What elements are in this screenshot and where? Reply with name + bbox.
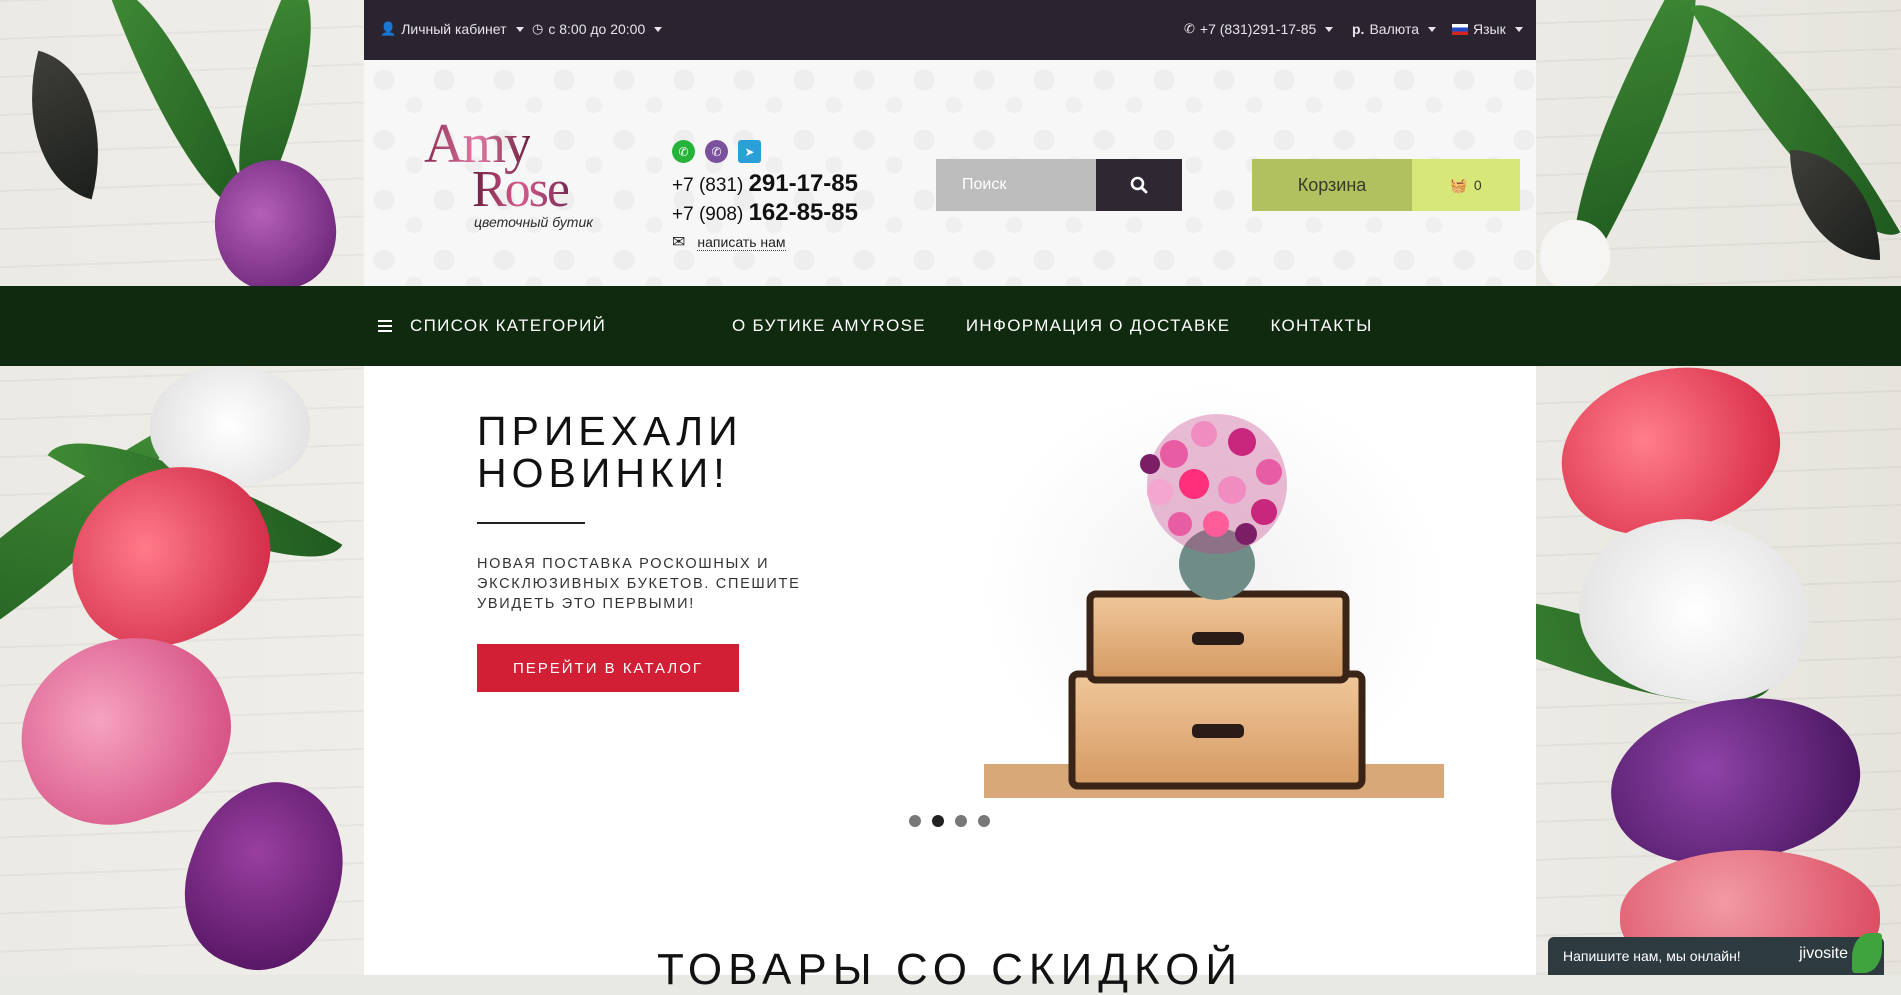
hero-title-line2: НОВИНКИ!: [477, 450, 730, 496]
viber-icon[interactable]: ✆: [705, 140, 728, 163]
search-icon: [1130, 176, 1148, 194]
language-menu[interactable]: Язык: [1452, 21, 1523, 37]
logo[interactable]: Amy Rose цветочный бутик: [424, 112, 614, 230]
cart-label: Корзина: [1252, 159, 1412, 211]
chevron-down-icon: [1514, 26, 1523, 32]
hero-title-line1: ПРИЕХАЛИ: [477, 408, 743, 454]
chevron-down-icon: [654, 26, 663, 32]
nav-link-about[interactable]: О БУТИКЕ AMYROSE: [732, 316, 926, 336]
user-icon: 👤: [380, 21, 397, 36]
slider-dot-1[interactable]: [909, 815, 921, 827]
hours-menu[interactable]: ◷ с 8:00 до 20:00: [532, 21, 663, 37]
chat-brand: jivosite: [1799, 945, 1848, 962]
language-label: Язык: [1473, 21, 1506, 37]
discount-products-title: ТОВАРЫ СО СКИДКОЙ: [657, 945, 1243, 994]
write-us-link[interactable]: ✉ написать нам: [672, 232, 786, 252]
chat-widget[interactable]: Напишите нам, мы онлайн! jivosite: [1548, 933, 1884, 975]
chevron-down-icon: [1427, 26, 1436, 32]
currency-menu[interactable]: р. Валюта: [1352, 21, 1436, 37]
phone-number-2[interactable]: +7 (908) 162-85-85: [672, 199, 858, 228]
phone-prefix: +7 (908): [672, 204, 744, 225]
categories-label: СПИСОК КАТЕГОРИЙ: [410, 316, 607, 335]
phone-main: 162-85-85: [748, 199, 858, 226]
slider-dot-2[interactable]: [932, 815, 944, 827]
phone-menu[interactable]: ✆ +7 (831)291-17-85: [1184, 21, 1334, 37]
envelope-icon: ✉: [672, 234, 686, 251]
hours-label: с 8:00 до 20:00: [548, 21, 646, 37]
page-container: 👤 Личный кабинет ◷ с 8:00 до 20:00 ✆ +7 …: [0, 0, 1901, 994]
cart-button[interactable]: Корзина 🧺 0: [1252, 159, 1520, 211]
chat-label: Напишите нам, мы онлайн!: [1563, 948, 1741, 964]
messenger-links: ✆ ✆ ➤: [672, 140, 761, 163]
hero-title: ПРИЕХАЛИ НОВИНКИ!: [477, 410, 743, 494]
hero-image: [984, 384, 1444, 798]
nav-link-delivery[interactable]: ИНФОРМАЦИЯ О ДОСТАВКЕ: [966, 316, 1231, 336]
telegram-icon[interactable]: ➤: [738, 140, 761, 163]
header-phones: +7 (831) 291-17-85 +7 (908) 162-85-85: [672, 170, 858, 228]
russian-flag-icon: [1452, 23, 1468, 35]
hero-slider: ПРИЕХАЛИ НОВИНКИ! НОВАЯ ПОСТАВКА РОСКОШН…: [364, 366, 1536, 846]
hero-description: НОВАЯ ПОСТАВКА РОСКОШНЫХ И ЭКСКЛЮЗИВНЫХ …: [477, 556, 801, 612]
catalog-button[interactable]: ПЕРЕЙТИ В КАТАЛОГ: [477, 644, 739, 692]
logo-tagline: цветочный бутик: [474, 214, 593, 230]
search-button[interactable]: [1096, 159, 1182, 211]
account-label: Личный кабинет: [401, 21, 507, 37]
chevron-down-icon: [515, 26, 524, 32]
write-us-label: написать нам: [697, 233, 786, 251]
whatsapp-icon[interactable]: ✆: [672, 140, 695, 163]
phone-prefix: +7 (831): [672, 175, 744, 196]
currency-symbol: р.: [1352, 21, 1365, 37]
topbar-phone: +7 (831)291-17-85: [1199, 21, 1317, 37]
phone-number-1[interactable]: +7 (831) 291-17-85: [672, 170, 858, 199]
slider-dots: [909, 815, 990, 827]
nav-link-contacts[interactable]: КОНТАКТЫ: [1270, 316, 1372, 336]
nav-links: О БУТИКЕ AMYROSE ИНФОРМАЦИЯ О ДОСТАВКЕ К…: [732, 316, 1373, 336]
cart-count-box: 🧺 0: [1412, 159, 1520, 211]
phone-icon: ✆: [1184, 21, 1195, 36]
jivosite-leaf-icon: [1852, 933, 1882, 973]
top-bar: 👤 Личный кабинет ◷ с 8:00 до 20:00 ✆ +7 …: [364, 0, 1536, 60]
hero-divider: [477, 522, 585, 524]
main-nav: СПИСОК КАТЕГОРИЙ О БУТИКЕ AMYROSE ИНФОРМ…: [0, 286, 1901, 366]
search-input[interactable]: [936, 159, 1096, 211]
basket-icon: 🧺: [1450, 176, 1468, 193]
logo-rose: Rose: [472, 161, 570, 218]
account-menu[interactable]: 👤 Личный кабинет: [380, 21, 524, 37]
currency-label: Валюта: [1369, 21, 1419, 37]
phone-main: 291-17-85: [748, 170, 858, 197]
slider-dot-4[interactable]: [978, 815, 990, 827]
clock-icon: ◷: [532, 21, 544, 36]
slider-dot-3[interactable]: [955, 815, 967, 827]
chevron-down-icon: [1325, 26, 1334, 32]
categories-menu-button[interactable]: СПИСОК КАТЕГОРИЙ: [378, 316, 606, 336]
search-form: [936, 159, 1182, 211]
cart-count: 0: [1473, 177, 1482, 193]
menu-icon: [378, 320, 392, 332]
